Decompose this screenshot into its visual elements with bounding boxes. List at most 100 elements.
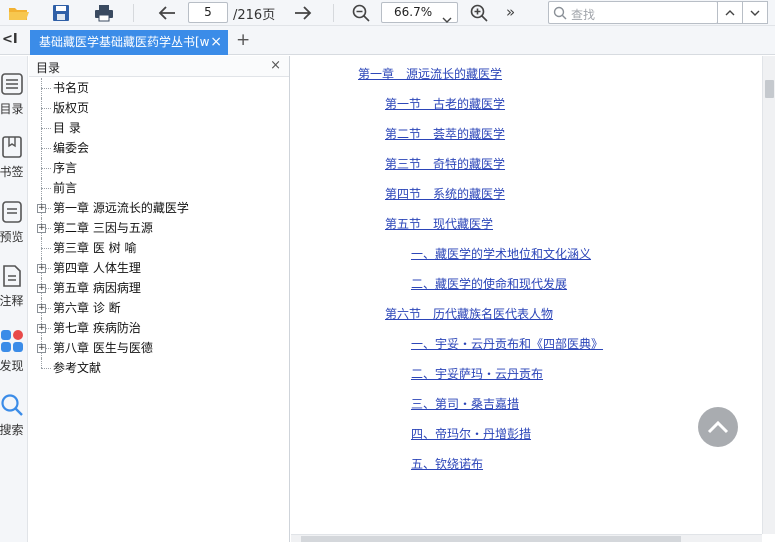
outline-node-label: 书名页 [53,81,90,95]
outline-node[interactable]: 目 录 [29,118,289,138]
tree-connector [41,108,51,109]
outline-node[interactable]: + 第一章 源远流长的藏医学 [29,198,289,218]
outline-node-label: 第三章 医 树 喻 [53,241,137,255]
close-tab-button[interactable]: × [210,30,222,54]
open-folder-icon[interactable] [7,2,31,24]
rail-label: 搜索 [0,423,24,437]
rail-item-search[interactable]: 搜索 [0,393,27,438]
expand-toggle-icon[interactable]: + [37,344,46,353]
expand-toggle-icon[interactable]: + [37,324,46,333]
rail-label: 发现 [0,359,24,373]
outline-node-label: 编委会 [53,141,90,155]
outline-node[interactable]: 参考文献 [29,358,289,378]
outline-node[interactable]: + 第五章 病因病理 [29,278,289,298]
outline-node-label: 第二章 三因与五源 [53,221,153,235]
chevron-down-icon [750,10,760,16]
document-tab-title: 基础藏医学基础藏医药学丛书[w [39,35,210,49]
bookmark-icon [1,136,22,158]
expand-toggle-icon[interactable]: + [37,264,46,273]
rail-item-preview[interactable]: 预览 [0,200,27,245]
toolbar-separator [333,4,334,22]
outline-node[interactable]: + 第八章 医生与医德 [29,338,289,358]
next-page-icon[interactable] [291,2,315,24]
page-number-input[interactable]: 5 [188,2,228,23]
tree-connector [41,188,51,189]
expand-toggle-icon[interactable]: + [37,304,46,313]
expand-toggle-icon[interactable]: + [37,284,46,293]
document-page: 第一章 源远流长的藏医学第一节 古老的藏医学 第二节 荟萃的藏医学 第三节 奇特的藏… [291,56,762,534]
tree-connector [41,88,51,89]
search-next-button[interactable] [742,1,768,24]
rail-item-bookmarks[interactable]: 书签 [0,135,27,180]
toc-link[interactable]: 一、宇妥・云丹贡布和《四部医典》 [411,335,603,352]
previous-page-icon[interactable] [155,2,179,24]
zoom-out-icon[interactable] [349,2,373,24]
toc-link[interactable]: 第三节 奇特的藏医学 [385,155,505,172]
sidebar-rail: 目录 书签 预览 注释 发现 搜索 [0,56,28,542]
tree-connector [41,128,51,129]
toc-link[interactable]: 第一章 源远流长的藏医学 [358,65,502,82]
outline-node[interactable]: + 第二章 三因与五源 [29,218,289,238]
search-placeholder: 查找 [571,8,596,22]
expand-toggle-icon[interactable]: + [37,204,46,213]
new-tab-button[interactable]: + [236,30,250,50]
more-tools-button[interactable]: » [506,3,515,21]
toc-link[interactable]: 第一节 古老的藏医学 [385,95,505,112]
rail-item-outline[interactable]: 目录 [0,72,27,117]
outline-node[interactable]: 版权页 [29,98,289,118]
save-icon[interactable] [49,2,73,24]
outline-node[interactable]: 前言 [29,178,289,198]
rail-item-notes[interactable]: 注释 [0,264,27,309]
toc-link[interactable]: 第四节 系统的藏医学 [385,185,505,202]
zoom-select[interactable]: 66.7% [381,2,458,23]
outline-node[interactable]: 序言 [29,158,289,178]
outline-panel-header: 目录 × [29,56,289,77]
outline-node-label: 第八章 医生与医德 [53,341,153,355]
toc-link[interactable]: 第六节 历代藏族名医代表人物 [385,305,553,322]
page-total-label: /216页 [233,8,276,23]
outline-panel-title: 目录 [36,61,61,75]
toc-link[interactable]: 一、藏医学的学术地位和文化涵义 [411,245,591,262]
search-input[interactable]: 查找 [548,1,718,24]
outline-node[interactable]: + 第六章 诊 断 [29,298,289,318]
rail-item-discover[interactable]: 发现 [0,329,27,374]
vertical-scrollbar[interactable] [762,56,775,534]
back-to-top-button[interactable] [698,407,738,447]
toc-link[interactable]: 二、藏医学的使命和现代发展 [411,275,567,292]
outline-node[interactable]: + 第七章 疾病防治 [29,318,289,338]
document-tab[interactable]: 基础藏医学基础藏医药学丛书[w × [30,30,228,55]
outline-node-label: 第六章 诊 断 [53,301,121,315]
outline-node[interactable]: 第三章 医 树 喻 [29,238,289,258]
chevron-up-icon [707,420,729,434]
expand-toggle-icon[interactable]: + [37,224,46,233]
search-previous-button[interactable] [717,1,743,24]
toc-link[interactable]: 三、第司・桑吉嘉措 [411,395,519,412]
tree-connector [41,248,51,249]
vertical-scroll-thumb[interactable] [765,80,774,98]
outline-tree: 书名页 版权页目 录编委会 序言 前言 + 第一章 源远流长的藏医学 + 第二章 三因与五源第… [29,78,289,378]
tree-connector [41,148,51,149]
toc-link[interactable]: 四、帝玛尔・丹增彭措 [411,425,531,442]
collapse-sidebar-button[interactable]: <I [2,32,18,47]
outline-node[interactable]: + 第四章 人体生理 [29,258,289,278]
outline-panel: 目录 × 书名页版权页目 录编委会序言 前言 + 第一章 源远流长的藏医学 + 第二章 三… [29,56,290,542]
discover-icon [0,330,23,352]
tree-connector [41,358,42,368]
preview-icon [1,201,22,223]
toc-link[interactable]: 二、宇妥萨玛・云丹贡布 [411,365,543,382]
search-icon [0,394,23,416]
rail-label: 目录 [0,102,24,116]
outline-node[interactable]: 编委会 [29,138,289,158]
print-icon[interactable] [92,2,116,24]
toc-link[interactable]: 第五节 现代藏医学 [385,215,493,232]
outline-node[interactable]: 书名页 [29,78,289,98]
close-panel-button[interactable]: × [270,58,281,73]
horizontal-scroll-thumb[interactable] [301,536,681,542]
toc-link[interactable]: 五、钦绕诺布 [411,455,483,472]
zoom-in-icon[interactable] [467,2,491,24]
toc-link[interactable]: 第二节 荟萃的藏医学 [385,125,505,142]
outline-node-label: 第一章 源远流长的藏医学 [53,201,189,215]
horizontal-scrollbar[interactable] [291,534,762,542]
list-icon [0,73,23,95]
toolbar-separator [133,4,134,22]
